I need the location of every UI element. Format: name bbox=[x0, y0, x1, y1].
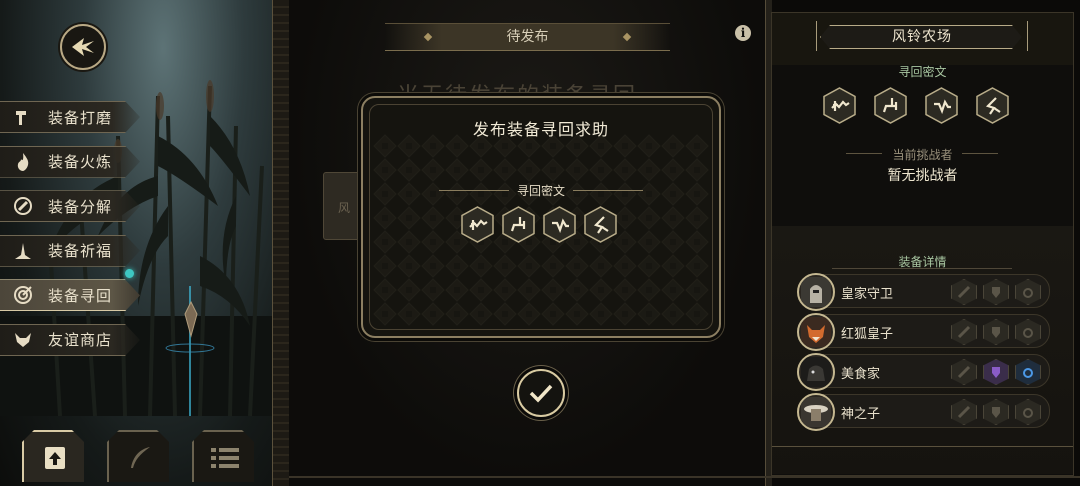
royal-guard-portrait-icon bbox=[801, 277, 831, 307]
left-panel-border bbox=[272, 0, 290, 486]
sword-slot-icon[interactable] bbox=[951, 319, 977, 345]
retrieve-icon bbox=[12, 284, 34, 306]
glyph-3-icon[interactable] bbox=[541, 206, 578, 243]
armor-slot-icon[interactable] bbox=[983, 399, 1009, 425]
son-of-god-portrait-icon bbox=[801, 397, 831, 427]
menu-item-label: 装备祈福 bbox=[48, 242, 113, 261]
divider bbox=[832, 268, 1012, 269]
menu-item-label: 友谊商店 bbox=[48, 331, 113, 350]
glyph-2-icon bbox=[872, 87, 909, 124]
ring-slot-icon[interactable] bbox=[1015, 399, 1041, 425]
glyph-1-icon[interactable] bbox=[459, 206, 496, 243]
glyph-2-icon[interactable] bbox=[500, 206, 537, 243]
main-panel: 待发布 i 当无待发布的装备寻回 风 发布装备寻回求助 寻回密文 bbox=[289, 0, 765, 486]
back-arrow-icon bbox=[72, 38, 94, 56]
list-icon bbox=[211, 448, 239, 468]
avatar bbox=[797, 353, 835, 391]
side-menu: 装备打磨 装备火炼 装备分解 装备祈福 装备寻回 友谊商店 bbox=[0, 101, 140, 369]
farm-panel: 风铃农场 寻回密文 当前挑战者 暂无挑战者 装备详情 皇家守卫 红狐皇子 美食家… bbox=[771, 12, 1074, 476]
challenger-value: 暂无挑战者 bbox=[887, 168, 958, 184]
background-card-text: 风 bbox=[338, 201, 351, 215]
menu-item-label: 装备寻回 bbox=[48, 286, 113, 305]
equip-row[interactable]: 神之子 bbox=[797, 393, 1050, 431]
cipher-glyph-row bbox=[459, 206, 619, 243]
challenger-label: 当前挑战者 bbox=[892, 148, 953, 162]
divider bbox=[962, 153, 998, 154]
ring-slot-icon[interactable] bbox=[1015, 279, 1041, 305]
equip-section: 装备详情 皇家守卫 红狐皇子 美食家 神之子 bbox=[772, 226, 1073, 474]
checkmark-icon bbox=[529, 384, 553, 403]
tab-title: 待发布 bbox=[506, 29, 549, 45]
cipher-label: 寻回密文 bbox=[516, 184, 565, 198]
gourmet-portrait-icon bbox=[801, 357, 831, 387]
menu-item-polish[interactable]: 装备打磨 bbox=[0, 101, 140, 133]
info-icon[interactable]: i bbox=[735, 25, 751, 41]
equip-row[interactable]: 皇家守卫 bbox=[797, 273, 1050, 311]
tab-publish[interactable] bbox=[22, 430, 84, 482]
ring-slot-icon[interactable] bbox=[1015, 319, 1041, 345]
menu-item-retrieve[interactable]: 装备寻回 bbox=[0, 279, 140, 312]
red-fox-prince-portrait-icon bbox=[801, 317, 831, 347]
character-name: 美食家 bbox=[841, 367, 881, 382]
avatar bbox=[797, 273, 835, 311]
notification-dot bbox=[125, 269, 134, 278]
menu-item-label: 装备火炼 bbox=[48, 153, 113, 172]
menu-item-label: 装备分解 bbox=[48, 197, 113, 216]
farm-name-banner: 风铃农场 bbox=[820, 25, 1022, 49]
tab-title-bar: 待发布 bbox=[385, 23, 670, 51]
feather-icon bbox=[131, 447, 150, 468]
sword-slot-icon[interactable] bbox=[951, 399, 977, 425]
publish-dialog: 发布装备寻回求助 寻回密文 bbox=[361, 96, 721, 338]
disassemble-icon bbox=[12, 195, 34, 217]
glyph-1-icon bbox=[821, 87, 858, 124]
menu-item-disassemble[interactable]: 装备分解 bbox=[0, 190, 140, 223]
farm-cipher-row bbox=[821, 87, 1011, 124]
sword-slot-icon[interactable] bbox=[951, 279, 977, 305]
armor-slot-icon[interactable] bbox=[983, 279, 1009, 305]
menu-item-pray[interactable]: 装备祈福 bbox=[0, 234, 140, 267]
frame-line bbox=[289, 476, 1080, 478]
menu-item-forge[interactable]: 装备火炼 bbox=[0, 145, 140, 178]
tab-list[interactable] bbox=[192, 430, 254, 482]
sword-slot-icon[interactable] bbox=[951, 359, 977, 385]
equip-row[interactable]: 红狐皇子 bbox=[797, 313, 1050, 351]
glyph-4-icon bbox=[974, 87, 1011, 124]
dialog-title: 发布装备寻回求助 bbox=[472, 120, 609, 139]
pray-icon bbox=[12, 240, 34, 262]
divider bbox=[772, 446, 1073, 447]
avatar bbox=[797, 313, 835, 351]
back-button[interactable] bbox=[60, 24, 106, 70]
tab-record[interactable] bbox=[107, 430, 169, 482]
glyph-4-icon[interactable] bbox=[582, 206, 619, 243]
character-name: 皇家守卫 bbox=[841, 287, 894, 302]
menu-item-label: 装备打磨 bbox=[48, 108, 113, 127]
confirm-button[interactable] bbox=[517, 369, 565, 417]
armor-slot-icon[interactable] bbox=[983, 319, 1009, 345]
ring-slot-icon[interactable] bbox=[1015, 359, 1041, 385]
hammer-icon bbox=[12, 106, 34, 128]
character-name: 红狐皇子 bbox=[841, 327, 894, 342]
divider bbox=[573, 190, 643, 191]
menu-item-friend-shop[interactable]: 友谊商店 bbox=[0, 323, 140, 356]
fox-shop-icon bbox=[12, 329, 34, 351]
glyph-3-icon bbox=[923, 87, 960, 124]
armor-slot-icon[interactable] bbox=[983, 359, 1009, 385]
flame-icon bbox=[12, 151, 34, 173]
cipher-label: 寻回密文 bbox=[898, 65, 947, 79]
diamond-ornament-icon bbox=[423, 32, 433, 42]
character-name: 神之子 bbox=[841, 407, 881, 422]
avatar bbox=[797, 393, 835, 431]
upload-icon bbox=[45, 447, 65, 469]
diamond-ornament-icon bbox=[622, 32, 632, 42]
equip-row[interactable]: 美食家 bbox=[797, 353, 1050, 391]
